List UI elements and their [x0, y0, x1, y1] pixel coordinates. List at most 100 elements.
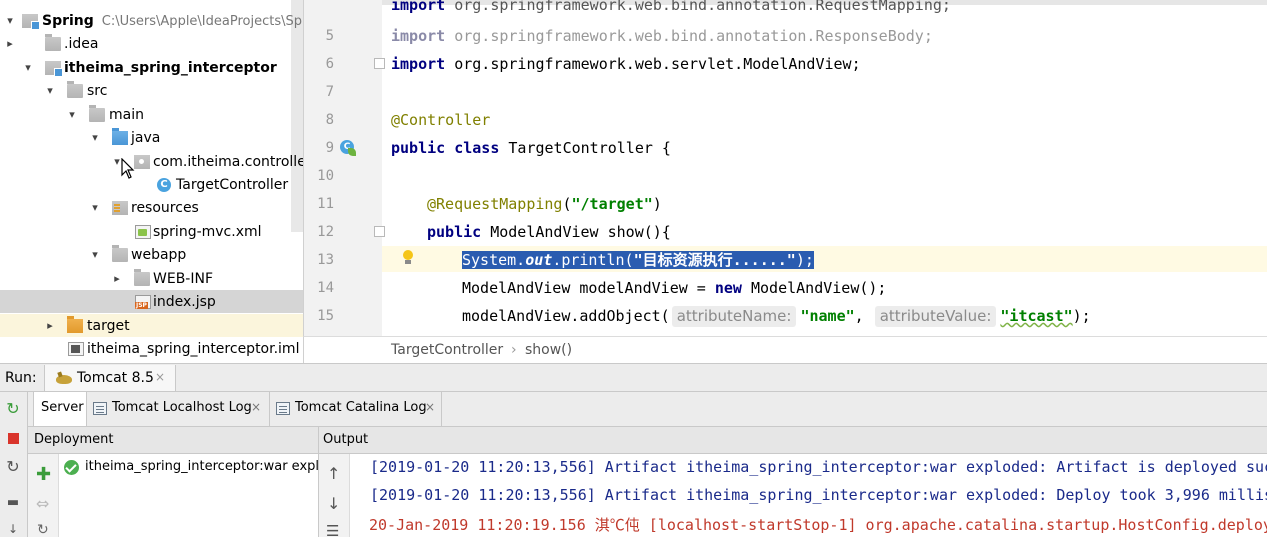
code-token: "/target": [571, 195, 653, 213]
folder-icon: [89, 104, 105, 122]
code-token: "目标资源执行......": [633, 251, 796, 269]
line-number: 6: [325, 56, 334, 72]
code-token: out: [525, 251, 553, 269]
code-token: );: [1072, 307, 1091, 325]
code-token: TargetController {: [508, 139, 671, 157]
package-icon: [134, 154, 150, 169]
chevron-right-icon[interactable]: ▸: [4, 37, 16, 50]
tree-row-index-jsp[interactable]: index.jsp: [0, 290, 303, 313]
close-icon[interactable]: ×: [155, 370, 165, 384]
chevron-down-icon[interactable]: ▾: [22, 61, 34, 74]
close-icon[interactable]: ×: [425, 400, 435, 414]
tree-row-spring-mvc-xml[interactable]: spring-mvc.xml: [0, 220, 303, 243]
output-toolbar: ↑ ↓ ☰: [319, 454, 350, 537]
deploy-redeploy-icon[interactable]: ⇔: [36, 494, 49, 513]
chevron-down-icon[interactable]: ▾: [89, 248, 101, 261]
stop-icon[interactable]: [4, 430, 22, 448]
fold-marker-icon[interactable]: [374, 226, 385, 237]
tree-row-spring[interactable]: ▾ Spring C:\Users\Apple\IdeaProjects\Spr: [0, 9, 303, 32]
code-token: ,: [854, 307, 864, 325]
tree-label: Spring C:\Users\Apple\IdeaProjects\Spr: [42, 13, 303, 29]
folder-icon: [45, 33, 61, 51]
lightbulb-icon[interactable]: [402, 250, 414, 264]
tree-row-target-controller[interactable]: C TargetController: [0, 173, 303, 196]
more-icon[interactable]: ↓: [4, 520, 22, 537]
scroll-down-icon[interactable]: ↓: [327, 494, 340, 513]
fold-marker-icon[interactable]: [374, 58, 385, 69]
resources-folder-icon: [112, 200, 128, 215]
chevron-down-icon[interactable]: ▾: [66, 108, 78, 121]
tree-row-module[interactable]: ▾ itheima_spring_interceptor: [0, 56, 303, 79]
breadcrumb-class[interactable]: TargetController: [391, 342, 503, 358]
code-token: public: [391, 139, 446, 157]
breadcrumb-method[interactable]: show(): [525, 342, 572, 358]
run-toolwindow-bar: Run: Tomcat 8.5 ×: [0, 363, 1267, 392]
refresh-icon[interactable]: ↻: [4, 458, 22, 476]
rerun-icon[interactable]: ↻: [4, 400, 22, 418]
folder-icon: [67, 80, 83, 98]
tree-label: webapp: [131, 246, 187, 263]
tree-row-src[interactable]: ▾ src: [0, 79, 303, 102]
wrap-icon[interactable]: ☰: [326, 522, 339, 537]
tomcat-icon: [55, 370, 73, 386]
excluded-folder-icon: [67, 315, 83, 333]
selected-text[interactable]: System.out.println("目标资源执行......");: [462, 251, 814, 269]
output-header-label: Output: [323, 432, 369, 447]
refresh-icon[interactable]: ↻: [37, 522, 49, 537]
code-token: ModelAndView();: [751, 279, 887, 297]
tree-label: java: [131, 129, 161, 146]
code-token: class: [454, 139, 500, 157]
tree-row-main[interactable]: ▾ main: [0, 103, 303, 126]
tree-row-iml[interactable]: itheima_spring_interceptor.iml: [0, 337, 303, 360]
code-line-selected: System.out.println("目标资源执行......");: [462, 248, 814, 272]
tree-label: target: [87, 317, 130, 334]
code-line: import org.springframework.web.bind.anno…: [391, 24, 933, 48]
chevron-down-icon[interactable]: ▾: [4, 14, 16, 27]
spring-bean-gutter-icon[interactable]: C: [338, 138, 356, 156]
service-tabs: Server Tomcat Localhost Log × Tomcat Cat…: [28, 392, 1267, 427]
line-number: 9: [325, 140, 334, 156]
code-token: org.springframework.web.servlet.ModelAnd…: [454, 55, 861, 73]
module-icon: [45, 60, 63, 77]
tree-row-webapp[interactable]: ▾ webapp: [0, 243, 303, 266]
code-token: org.springframework.web.bind.annotation.…: [454, 27, 933, 45]
deployment-item[interactable]: itheima_spring_interceptor:war exploded: [85, 459, 318, 474]
run-label: Run:: [5, 370, 37, 386]
layout-icon[interactable]: ▬: [4, 494, 22, 512]
code-editor[interactable]: 5 6 7 8 9 10 11 12 13 14 15 C import org…: [303, 0, 1267, 336]
code-token: new: [714, 279, 742, 297]
deploy-add-icon[interactable]: ✚: [36, 464, 51, 485]
chevron-right-icon[interactable]: ▸: [111, 272, 123, 285]
tree-row-resources[interactable]: ▾ resources: [0, 196, 303, 219]
code-token: "name": [800, 307, 855, 325]
run-config-tab[interactable]: Tomcat 8.5 ×: [44, 365, 176, 391]
chevron-down-icon[interactable]: ▾: [89, 131, 101, 144]
console-line: [2019-01-20 11:20:13,556] Artifact ithei…: [370, 486, 1267, 504]
tree-row-package[interactable]: ▾ com.itheima.controller: [0, 150, 303, 173]
code-token: );: [795, 251, 814, 269]
tree-label: main: [109, 106, 144, 123]
output-console[interactable]: [2019-01-20 11:20:13,556] Artifact ithei…: [350, 454, 1267, 537]
chevron-right-icon[interactable]: ▸: [44, 319, 56, 332]
line-number: 8: [325, 112, 334, 128]
code-token: import: [391, 0, 446, 14]
tab-server[interactable]: Server: [33, 392, 87, 426]
deployment-panel: ✚ ⇔ ↻ itheima_spring_interceptor:war exp…: [28, 454, 319, 537]
tab-tomcat-localhost-log[interactable]: Tomcat Localhost Log ×: [87, 392, 270, 426]
code-token: (: [562, 195, 572, 213]
chevron-down-icon[interactable]: ▾: [44, 84, 56, 97]
chevron-down-icon[interactable]: ▾: [89, 201, 101, 214]
tree-row-web-inf[interactable]: ▸ WEB-INF: [0, 267, 303, 290]
breadcrumb: TargetController › show(): [303, 336, 1267, 363]
code-token: ): [652, 195, 662, 213]
tab-tomcat-catalina-log[interactable]: Tomcat Catalina Log ×: [270, 392, 442, 426]
tree-row-target[interactable]: ▸ target: [0, 314, 303, 337]
code-token: System.: [462, 251, 526, 269]
tree-row-idea[interactable]: ▸ .idea: [0, 32, 303, 55]
tree-row-java[interactable]: ▾ java: [0, 126, 303, 149]
close-icon[interactable]: ×: [251, 400, 261, 414]
tab-label: Tomcat Localhost Log: [112, 400, 252, 415]
line-number: 15: [317, 308, 334, 324]
scroll-up-icon[interactable]: ↑: [327, 464, 340, 483]
deployment-toolbar: ✚ ⇔ ↻: [28, 454, 59, 537]
